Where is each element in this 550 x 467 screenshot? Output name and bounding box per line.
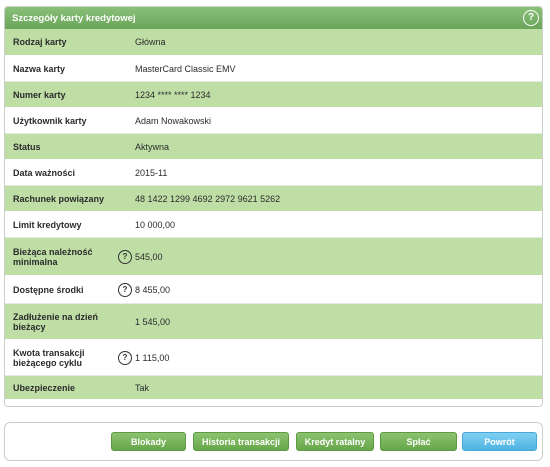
detail-row-credit-limit: Limit kredytowy 10 000,00	[5, 212, 542, 238]
detail-row-linked-account: Rachunek powiązany 48 1422 1299 4692 297…	[5, 186, 542, 212]
row-label: Bieżąca należność minimalna	[13, 246, 93, 267]
row-value: 48 1422 1299 4692 2972 9621 5262	[135, 193, 281, 204]
row-label: Nazwa karty	[13, 63, 66, 74]
details-table: Rodzaj karty Główna Nazwa karty MasterCa…	[5, 29, 542, 400]
row-label: Limit kredytowy	[13, 219, 82, 230]
row-label: Kwota transakcji bieżącego cyklu	[13, 347, 85, 368]
detail-row-cycle-transactions: Kwota transakcji bieżącego cyklu ? 1 115…	[5, 340, 542, 376]
detail-row-current-debt: Zadłużenie na dzień bieżący 1 545,00	[5, 304, 542, 340]
row-value: 1234 **** **** 1234	[135, 89, 211, 100]
detail-row-card-name: Nazwa karty MasterCard Classic EMV	[5, 56, 542, 82]
row-value: 8 455,00	[135, 284, 171, 295]
row-label: Zadłużenie na dzień bieżący	[13, 311, 99, 332]
panel-title: Szczegóły karty kredytowej	[12, 12, 136, 24]
installment-credit-button[interactable]: Kredyt ratalny	[296, 432, 374, 451]
help-icon[interactable]: ?	[118, 350, 132, 365]
detail-row-status: Status Aktywna	[5, 134, 542, 160]
row-value: 1 115,00	[135, 352, 170, 363]
help-icon[interactable]: ?	[118, 282, 132, 297]
blokady-button[interactable]: Blokady	[111, 432, 186, 451]
row-value: 2015-11	[135, 167, 168, 178]
detail-row-card-number: Numer karty 1234 **** **** 1234	[5, 82, 542, 108]
panel-header: Szczegóły karty kredytowej ?	[5, 7, 542, 29]
row-label: Rachunek powiązany	[13, 193, 105, 204]
row-value: 1 545,00	[135, 316, 171, 327]
detail-row-minimum-due: Bieżąca należność minimalna ? 545,00	[5, 238, 542, 276]
row-value: Aktywna	[135, 141, 170, 152]
row-label: Rodzaj karty	[13, 37, 67, 47]
detail-row-card-type: Rodzaj karty Główna	[5, 29, 542, 56]
row-value: MasterCard Classic EMV	[135, 63, 236, 74]
transaction-history-button[interactable]: Historia transakcji	[193, 432, 289, 451]
action-bar: Blokady Historia transakcji Kredyt ratal…	[4, 422, 543, 461]
row-label: Użytkownik karty	[13, 115, 87, 126]
row-value: 10 000,00	[135, 219, 176, 230]
detail-row-available-funds: Dostępne środki ? 8 455,00	[5, 276, 542, 304]
detail-row-expiry-date: Data ważności 2015-11	[5, 160, 542, 186]
row-label: Numer karty	[13, 89, 66, 100]
detail-row-card-user: Użytkownik karty Adam Nowakowski	[5, 108, 542, 134]
back-button[interactable]: Powrót	[462, 432, 537, 451]
detail-row-insurance: Ubezpieczenie Tak	[5, 376, 542, 400]
row-value: Tak	[135, 382, 150, 393]
row-value: Adam Nowakowski	[135, 115, 212, 126]
row-value: 545,00	[135, 251, 163, 262]
row-label: Ubezpieczenie	[13, 382, 76, 393]
row-label: Status	[13, 141, 41, 152]
row-label: Dostępne środki	[13, 284, 84, 295]
help-icon[interactable]: ?	[118, 249, 132, 264]
repay-button[interactable]: Spłać	[380, 432, 457, 451]
card-details-panel: Szczegóły karty kredytowej ? Rodzaj kart…	[4, 6, 543, 407]
help-icon[interactable]: ?	[523, 10, 539, 26]
row-value: Główna	[135, 37, 166, 47]
row-label: Data ważności	[13, 167, 76, 178]
